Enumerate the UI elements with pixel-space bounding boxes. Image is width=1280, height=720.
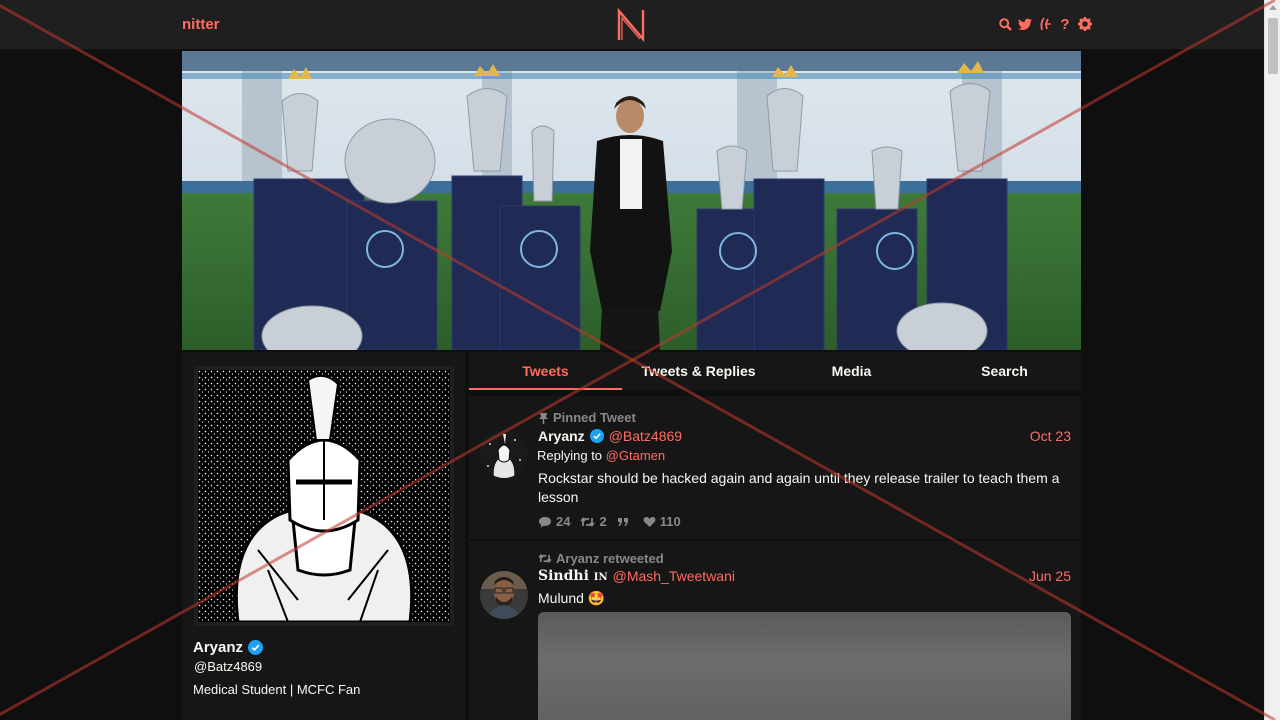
tweet-username[interactable]: @Batz4869 <box>609 428 682 444</box>
tweet-username[interactable]: @Mash_Tweetwani <box>613 568 735 584</box>
reply-stat[interactable]: 24 <box>538 514 570 529</box>
tab-media[interactable]: Media <box>775 352 928 390</box>
scroll-up-icon[interactable] <box>1269 5 1277 10</box>
page-scrollbar[interactable] <box>1264 0 1280 720</box>
heart-icon <box>643 516 656 527</box>
pin-icon <box>539 412 548 424</box>
tweet-text: Mulund 🤩 <box>538 589 1068 608</box>
rss-icon[interactable] <box>1038 16 1052 32</box>
nav-icons: ? <box>998 16 1092 33</box>
tweet-avatar[interactable] <box>480 571 528 619</box>
tab-search[interactable]: Search <box>928 352 1081 390</box>
profile-card: Aryanz @Batz4869 Medical Student | MCFC … <box>182 352 465 720</box>
twitter-icon[interactable] <box>1018 16 1032 32</box>
settings-icon[interactable] <box>1078 16 1092 32</box>
retweet-icon <box>538 554 552 563</box>
tweet-header: Aryanz @Batz4869 <box>538 428 682 444</box>
tweet-header: Sindhi IN @Mash_Tweetwani <box>538 568 735 584</box>
like-stat[interactable]: 110 <box>643 514 681 529</box>
tweet-date[interactable]: Jun 25 <box>1029 568 1071 584</box>
tweet[interactable]: Aryanz retweeted Sindhi IN @Mash_Tweetwa… <box>469 541 1081 720</box>
profile-banner[interactable] <box>182 51 1081 350</box>
quote-stat[interactable] <box>617 514 633 529</box>
brand-link[interactable]: nitter <box>182 16 220 33</box>
comment-icon <box>539 516 551 527</box>
tab-tweets[interactable]: Tweets <box>469 352 622 390</box>
tweet-stats: 24 2 110 <box>538 514 681 529</box>
navbar: nitter ? <box>0 0 1264 50</box>
profile-bio: Medical Student | MCFC Fan <box>193 682 361 697</box>
scrollbar-thumb[interactable] <box>1268 18 1278 74</box>
like-count: 110 <box>659 514 681 529</box>
replying-to-link[interactable]: @Gtamen <box>606 448 665 463</box>
reply-count: 24 <box>556 514 571 529</box>
star-struck-emoji: 🤩 <box>587 590 606 606</box>
profile-name-text[interactable]: Aryanz <box>193 639 243 656</box>
tweet-fullname-suffix: IN <box>593 572 608 583</box>
retweet-icon <box>580 516 596 527</box>
verified-icon <box>589 429 604 443</box>
search-icon[interactable] <box>998 16 1012 32</box>
tweet-fullname[interactable]: Sindhi IN <box>538 568 608 584</box>
tweet[interactable]: Pinned Tweet Aryanz @Batz4869 Oct 23 Rep… <box>469 396 1081 541</box>
tweet-avatar[interactable] <box>480 430 528 478</box>
profile-avatar[interactable] <box>194 366 454 626</box>
tweet-text: Rockstar should be hacked again and agai… <box>538 470 1060 505</box>
retweet-label: Aryanz retweeted <box>556 551 664 566</box>
tweet-fullname[interactable]: Aryanz <box>538 428 585 444</box>
timeline-tabs: Tweets Tweets & Replies Media Search <box>469 352 1081 390</box>
tweet-date[interactable]: Oct 23 <box>1030 428 1071 444</box>
profile-name[interactable]: Aryanz <box>193 639 264 656</box>
nitter-logo[interactable] <box>615 8 647 42</box>
retweet-count: 2 <box>599 514 607 529</box>
tweet-media[interactable] <box>538 612 1071 720</box>
profile-handle[interactable]: @Batz4869 <box>194 659 262 674</box>
tweet-text-content: Mulund <box>538 590 584 606</box>
retweet-indicator: Aryanz retweeted <box>538 551 664 566</box>
help-icon[interactable]: ? <box>1058 16 1072 33</box>
replying-to: Replying to @Gtamen <box>537 448 665 463</box>
tab-tweets-replies[interactable]: Tweets & Replies <box>622 352 775 390</box>
verified-icon <box>248 640 264 655</box>
timeline: Pinned Tweet Aryanz @Batz4869 Oct 23 Rep… <box>469 396 1081 720</box>
tweet-fullname-text: Sindhi <box>538 568 589 584</box>
retweet-stat[interactable]: 2 <box>580 514 607 529</box>
pinned-label: Pinned Tweet <box>553 410 636 425</box>
pinned-indicator: Pinned Tweet <box>538 410 636 425</box>
replying-prefix: Replying to <box>537 448 603 463</box>
quote-icon <box>617 517 628 526</box>
